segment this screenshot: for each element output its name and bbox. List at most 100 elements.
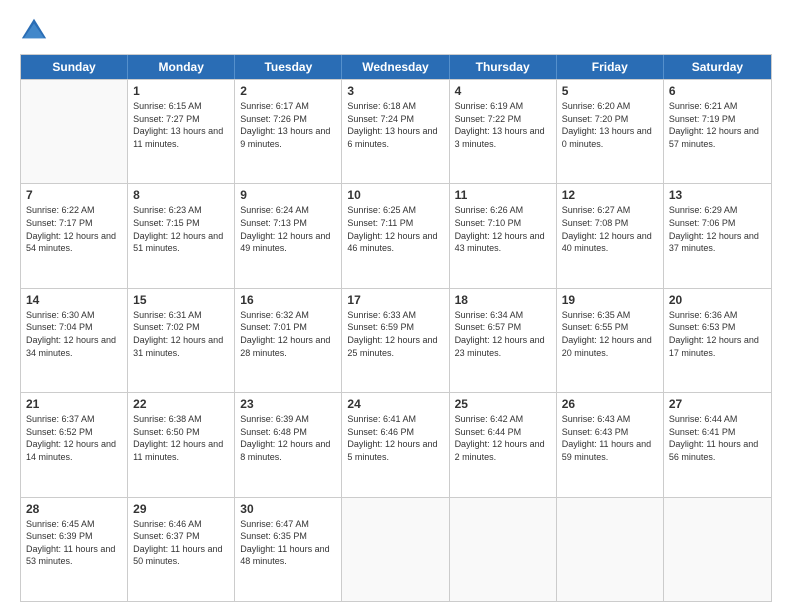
day-number: 9 xyxy=(240,188,336,202)
day-cell-26: 26 Sunrise: 6:43 AMSunset: 6:43 PMDayligh… xyxy=(557,393,664,496)
calendar: SundayMondayTuesdayWednesdayThursdayFrid… xyxy=(20,54,772,602)
day-number: 25 xyxy=(455,397,551,411)
day-info: Sunrise: 6:45 AMSunset: 6:39 PMDaylight:… xyxy=(26,518,122,568)
day-cell-6: 6 Sunrise: 6:21 AMSunset: 7:19 PMDaylight… xyxy=(664,80,771,183)
day-number: 17 xyxy=(347,293,443,307)
day-cell-21: 21Sunrise: 6:37 AMSunset: 6:52 PMDayligh… xyxy=(21,393,128,496)
header-day-sunday: Sunday xyxy=(21,55,128,79)
day-info: Sunrise: 6:31 AMSunset: 7:02 PMDaylight:… xyxy=(133,309,229,359)
day-info: Sunrise: 6:33 AMSunset: 6:59 PMDaylight:… xyxy=(347,309,443,359)
day-info: Sunrise: 6:38 AMSunset: 6:50 PMDaylight:… xyxy=(133,413,229,463)
day-cell-14: 14Sunrise: 6:30 AMSunset: 7:04 PMDayligh… xyxy=(21,289,128,392)
day-number: 23 xyxy=(240,397,336,411)
day-number: 21 xyxy=(26,397,122,411)
week-row-5: 28 Sunrise: 6:45 AMSunset: 6:39 PMDayligh… xyxy=(21,497,771,601)
day-info: Sunrise: 6:35 AMSunset: 6:55 PMDaylight:… xyxy=(562,309,658,359)
day-number: 16 xyxy=(240,293,336,307)
header-day-saturday: Saturday xyxy=(664,55,771,79)
day-info: Sunrise: 6:42 AMSunset: 6:44 PMDaylight:… xyxy=(455,413,551,463)
day-info: Sunrise: 6:21 AMSunset: 7:19 PMDaylight:… xyxy=(669,100,766,150)
day-number: 1 xyxy=(133,84,229,98)
day-info: Sunrise: 6:15 AMSunset: 7:27 PMDaylight:… xyxy=(133,100,229,150)
day-cell-1: 1 Sunrise: 6:15 AMSunset: 7:27 PMDaylight… xyxy=(128,80,235,183)
empty-cell-4-6 xyxy=(664,498,771,601)
day-number: 18 xyxy=(455,293,551,307)
day-number: 10 xyxy=(347,188,443,202)
day-cell-19: 19 Sunrise: 6:35 AMSunset: 6:55 PMDayligh… xyxy=(557,289,664,392)
empty-cell-4-3 xyxy=(342,498,449,601)
empty-cell-0-0 xyxy=(21,80,128,183)
day-cell-12: 12 Sunrise: 6:27 AMSunset: 7:08 PMDayligh… xyxy=(557,184,664,287)
day-number: 29 xyxy=(133,502,229,516)
day-cell-23: 23 Sunrise: 6:39 AMSunset: 6:48 PMDayligh… xyxy=(235,393,342,496)
day-cell-11: 11 Sunrise: 6:26 AMSunset: 7:10 PMDayligh… xyxy=(450,184,557,287)
day-cell-24: 24 Sunrise: 6:41 AMSunset: 6:46 PMDayligh… xyxy=(342,393,449,496)
calendar-body: 1 Sunrise: 6:15 AMSunset: 7:27 PMDaylight… xyxy=(21,79,771,601)
day-number: 4 xyxy=(455,84,551,98)
week-row-2: 7 Sunrise: 6:22 AMSunset: 7:17 PMDaylight… xyxy=(21,183,771,287)
week-row-4: 21Sunrise: 6:37 AMSunset: 6:52 PMDayligh… xyxy=(21,392,771,496)
day-number: 12 xyxy=(562,188,658,202)
day-number: 2 xyxy=(240,84,336,98)
day-info: Sunrise: 6:30 AMSunset: 7:04 PMDaylight:… xyxy=(26,309,122,359)
day-number: 8 xyxy=(133,188,229,202)
header-day-wednesday: Wednesday xyxy=(342,55,449,79)
header xyxy=(20,16,772,44)
day-info: Sunrise: 6:29 AMSunset: 7:06 PMDaylight:… xyxy=(669,204,766,254)
calendar-header: SundayMondayTuesdayWednesdayThursdayFrid… xyxy=(21,55,771,79)
day-cell-15: 15 Sunrise: 6:31 AMSunset: 7:02 PMDayligh… xyxy=(128,289,235,392)
day-number: 19 xyxy=(562,293,658,307)
day-number: 26 xyxy=(562,397,658,411)
day-cell-16: 16 Sunrise: 6:32 AMSunset: 7:01 PMDayligh… xyxy=(235,289,342,392)
day-info: Sunrise: 6:17 AMSunset: 7:26 PMDaylight:… xyxy=(240,100,336,150)
day-info: Sunrise: 6:27 AMSunset: 7:08 PMDaylight:… xyxy=(562,204,658,254)
day-cell-18: 18Sunrise: 6:34 AMSunset: 6:57 PMDayligh… xyxy=(450,289,557,392)
page: SundayMondayTuesdayWednesdayThursdayFrid… xyxy=(0,0,792,612)
header-day-monday: Monday xyxy=(128,55,235,79)
day-info: Sunrise: 6:20 AMSunset: 7:20 PMDaylight:… xyxy=(562,100,658,150)
day-cell-13: 13Sunrise: 6:29 AMSunset: 7:06 PMDayligh… xyxy=(664,184,771,287)
day-cell-3: 3Sunrise: 6:18 AMSunset: 7:24 PMDaylight… xyxy=(342,80,449,183)
header-day-friday: Friday xyxy=(557,55,664,79)
day-cell-22: 22 Sunrise: 6:38 AMSunset: 6:50 PMDayligh… xyxy=(128,393,235,496)
week-row-1: 1 Sunrise: 6:15 AMSunset: 7:27 PMDaylight… xyxy=(21,79,771,183)
empty-cell-4-5 xyxy=(557,498,664,601)
week-row-3: 14Sunrise: 6:30 AMSunset: 7:04 PMDayligh… xyxy=(21,288,771,392)
day-cell-7: 7 Sunrise: 6:22 AMSunset: 7:17 PMDaylight… xyxy=(21,184,128,287)
day-info: Sunrise: 6:43 AMSunset: 6:43 PMDaylight:… xyxy=(562,413,658,463)
day-number: 6 xyxy=(669,84,766,98)
day-cell-4: 4 Sunrise: 6:19 AMSunset: 7:22 PMDaylight… xyxy=(450,80,557,183)
day-info: Sunrise: 6:23 AMSunset: 7:15 PMDaylight:… xyxy=(133,204,229,254)
day-info: Sunrise: 6:36 AMSunset: 6:53 PMDaylight:… xyxy=(669,309,766,359)
day-cell-27: 27Sunrise: 6:44 AMSunset: 6:41 PMDayligh… xyxy=(664,393,771,496)
day-info: Sunrise: 6:22 AMSunset: 7:17 PMDaylight:… xyxy=(26,204,122,254)
day-number: 30 xyxy=(240,502,336,516)
day-number: 22 xyxy=(133,397,229,411)
day-cell-29: 29Sunrise: 6:46 AMSunset: 6:37 PMDayligh… xyxy=(128,498,235,601)
day-number: 28 xyxy=(26,502,122,516)
day-cell-17: 17 Sunrise: 6:33 AMSunset: 6:59 PMDayligh… xyxy=(342,289,449,392)
day-cell-25: 25 Sunrise: 6:42 AMSunset: 6:44 PMDayligh… xyxy=(450,393,557,496)
day-info: Sunrise: 6:47 AMSunset: 6:35 PMDaylight:… xyxy=(240,518,336,568)
day-info: Sunrise: 6:26 AMSunset: 7:10 PMDaylight:… xyxy=(455,204,551,254)
day-info: Sunrise: 6:32 AMSunset: 7:01 PMDaylight:… xyxy=(240,309,336,359)
day-number: 7 xyxy=(26,188,122,202)
day-cell-30: 30 Sunrise: 6:47 AMSunset: 6:35 PMDayligh… xyxy=(235,498,342,601)
day-number: 15 xyxy=(133,293,229,307)
day-number: 11 xyxy=(455,188,551,202)
day-info: Sunrise: 6:39 AMSunset: 6:48 PMDaylight:… xyxy=(240,413,336,463)
logo-icon xyxy=(20,16,48,44)
day-number: 5 xyxy=(562,84,658,98)
day-cell-28: 28 Sunrise: 6:45 AMSunset: 6:39 PMDayligh… xyxy=(21,498,128,601)
day-number: 24 xyxy=(347,397,443,411)
empty-cell-4-4 xyxy=(450,498,557,601)
day-cell-20: 20 Sunrise: 6:36 AMSunset: 6:53 PMDayligh… xyxy=(664,289,771,392)
day-cell-10: 10Sunrise: 6:25 AMSunset: 7:11 PMDayligh… xyxy=(342,184,449,287)
header-day-thursday: Thursday xyxy=(450,55,557,79)
day-number: 20 xyxy=(669,293,766,307)
day-cell-9: 9Sunrise: 6:24 AMSunset: 7:13 PMDaylight… xyxy=(235,184,342,287)
day-info: Sunrise: 6:18 AMSunset: 7:24 PMDaylight:… xyxy=(347,100,443,150)
day-info: Sunrise: 6:41 AMSunset: 6:46 PMDaylight:… xyxy=(347,413,443,463)
day-cell-2: 2 Sunrise: 6:17 AMSunset: 7:26 PMDaylight… xyxy=(235,80,342,183)
day-info: Sunrise: 6:19 AMSunset: 7:22 PMDaylight:… xyxy=(455,100,551,150)
